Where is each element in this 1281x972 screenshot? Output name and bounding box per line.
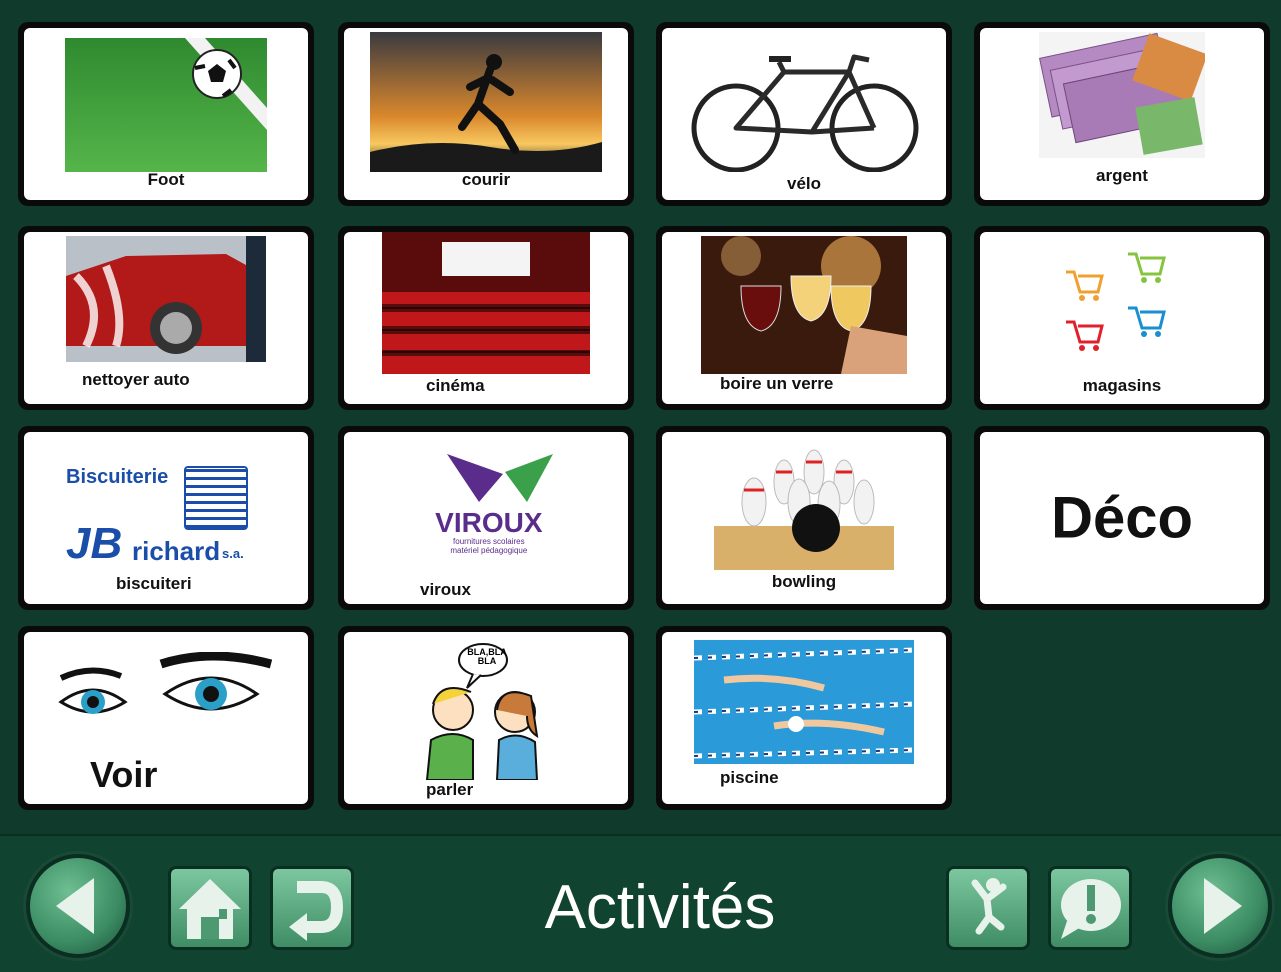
cell-label: Foot [147,170,185,189]
cell-argent[interactable]: argent [974,22,1270,206]
activity-grid: Foot courir vélo argent nettoyer auto ci… [18,22,1281,817]
cinema-icon [382,232,590,374]
viroux-name: VIROUX [435,507,543,538]
home-icon [179,879,241,939]
runner-icon [370,32,602,172]
cell-piscine[interactable]: piscine [656,626,952,810]
cell-nettoyer-auto[interactable]: nettoyer auto [18,226,314,410]
shopping-carts-icon [1066,252,1166,351]
bowling-icon [714,442,894,570]
cell-label: biscuiteri [116,574,192,593]
cell-voir[interactable]: Voir [18,626,314,810]
cell-bowling[interactable]: bowling [656,426,952,610]
bicycle-icon [691,54,919,172]
cell-label: Déco [1051,485,1193,551]
swimming-pool-icon [694,640,914,764]
soccer-ball-icon [65,38,267,172]
cell-foot[interactable]: Foot [18,22,314,206]
left-arrow-icon [56,878,94,934]
cell-label: vélo [786,174,822,193]
logo-text-top: Biscuiterie [66,466,169,488]
speech-bubble-text: BLA,BLA BLA [467,647,507,666]
activity-button[interactable] [946,866,1030,950]
exclamation-bubble-icon [1061,879,1121,939]
cell-label: cinéma [426,376,485,395]
cell-viroux[interactable]: VIROUX fournitures scolaires matériel pé… [338,426,634,610]
viroux-line1: fournitures scolaires [453,537,525,546]
baker-illustration [184,466,248,530]
cell-label: nettoyer auto [82,370,190,389]
biscuiterie-logo: Biscuiterie JB richard s.a. [66,466,266,566]
eyes-icon [58,652,273,714]
logo-text-sa: s.a. [222,546,244,561]
cell-biscuiteri[interactable]: Biscuiterie JB richard s.a. biscuiteri [18,426,314,610]
right-arrow-icon [1204,878,1242,934]
cell-parler[interactable]: BLA,BLA BLA parler [338,626,634,810]
cell-cinema[interactable]: cinéma [338,226,634,410]
cell-courir[interactable]: courir [338,22,634,206]
jumping-person-icon [971,878,1007,935]
cell-boire-un-verre[interactable]: boire un verre [656,226,952,410]
viroux-line2: matériel pédagogique [450,546,528,555]
cell-magasins[interactable]: magasins [974,226,1270,410]
back-button[interactable] [26,854,130,958]
return-button[interactable] [270,866,354,950]
return-icon [289,881,344,941]
home-button[interactable] [168,866,252,950]
viroux-emblem [446,454,553,502]
cell-deco[interactable]: Déco [974,426,1270,610]
cell-label: courir [461,170,511,189]
page-title: Activités [544,873,776,942]
money-icon [1039,32,1205,158]
wine-glasses-icon [701,236,907,374]
cell-label: piscine [720,768,779,787]
cell-label: Voir [90,754,158,795]
cell-label: argent [1096,166,1148,185]
bottom-toolbar: Activités [0,834,1281,972]
car-wash-icon [66,236,266,362]
forward-button[interactable] [1168,854,1272,958]
cell-label: bowling [771,572,837,591]
cell-label: viroux [420,580,472,599]
cell-label: parler [426,780,474,799]
cell-label: boire un verre [720,374,834,393]
alert-button[interactable] [1048,866,1132,950]
logo-text-bottom: richard [132,536,221,566]
cell-label: magasins [1082,376,1162,395]
cell-velo[interactable]: vélo [656,22,952,206]
viroux-logo: VIROUX fournitures scolaires matériel pé… [419,454,559,564]
jb-monogram: JB [66,519,123,568]
